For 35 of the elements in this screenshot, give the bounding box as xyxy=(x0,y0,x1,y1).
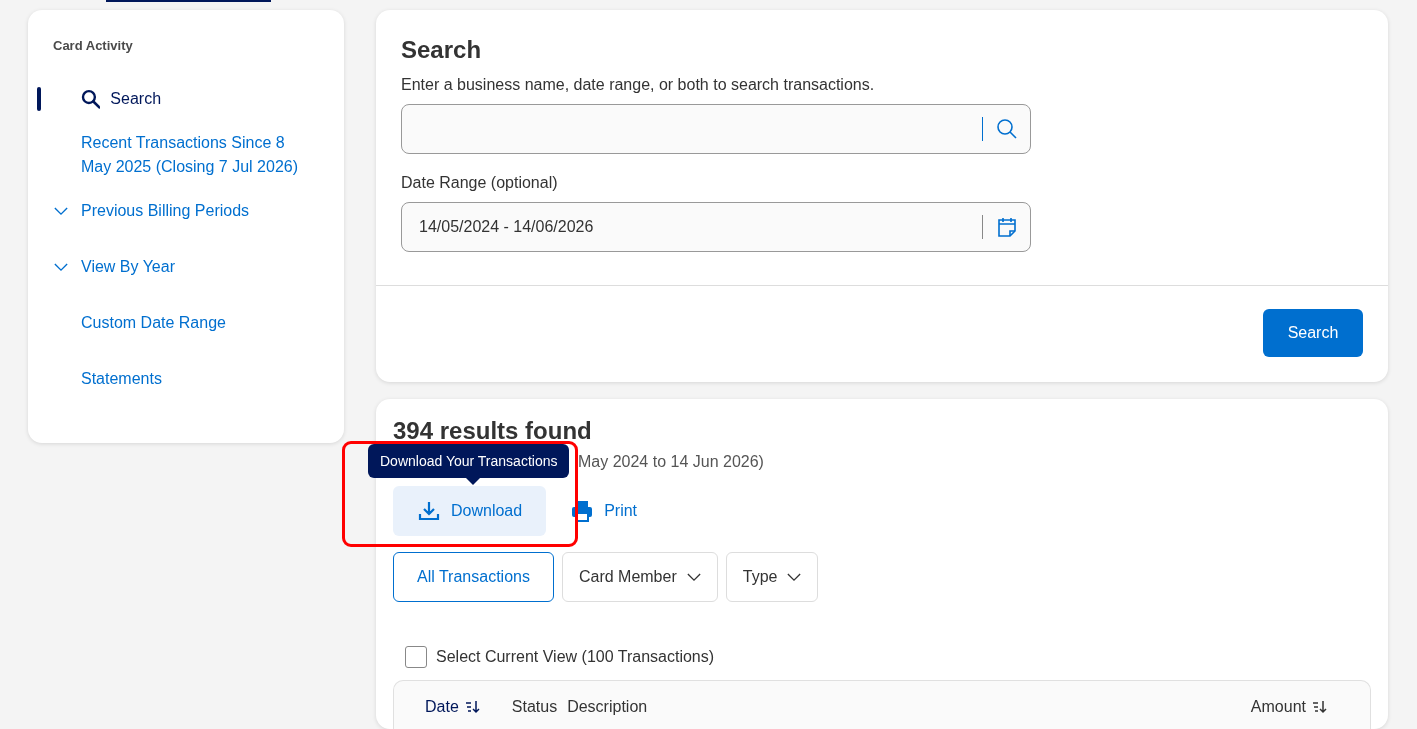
column-header[interactable]: Date xyxy=(402,684,504,729)
tooltip-pointer xyxy=(466,478,480,485)
printer-icon xyxy=(570,499,595,523)
sidebar-item[interactable]: Custom Date Range xyxy=(81,311,317,335)
search-icon[interactable] xyxy=(996,118,1018,140)
search-icon xyxy=(80,89,101,109)
checkbox-label: Select Current View (100 Transactions) xyxy=(436,648,715,666)
filter-dropdown[interactable]: Type xyxy=(725,552,819,602)
calendar-icon[interactable] xyxy=(996,216,1018,238)
field-label: Date Range (optional) xyxy=(401,174,559,192)
date-range-field[interactable]: 14/05/2024 - 14/06/2026 xyxy=(401,202,1031,252)
filter-dropdown[interactable]: Card Member xyxy=(561,552,718,602)
column-header[interactable]: Status xyxy=(503,684,566,729)
download-button[interactable]: Download xyxy=(393,486,547,536)
print-button[interactable]: Print xyxy=(558,486,650,536)
hint-text: Enter a business name, date range, or both to search transactions. xyxy=(401,76,876,94)
date-range-text: May 2024 to 14 Jun 2026) xyxy=(578,453,764,471)
search-button[interactable]: Search xyxy=(1263,309,1363,357)
search-field[interactable] xyxy=(401,104,1031,154)
sidebar-item[interactable]: Search xyxy=(110,87,344,111)
sidebar-item[interactable]: Statements xyxy=(81,367,317,391)
download-icon xyxy=(417,499,441,523)
chevron-icon[interactable] xyxy=(54,262,68,272)
tooltip: Download Your Transactions xyxy=(368,444,570,478)
checkbox[interactable] xyxy=(405,646,427,668)
chevron-icon[interactable] xyxy=(54,206,68,216)
sidebar-item[interactable]: View By Year xyxy=(81,255,317,279)
filter-button[interactable]: All Transactions xyxy=(393,552,554,602)
sidebar-item[interactable]: Previous Billing Periods xyxy=(81,199,317,223)
sidebar-item[interactable]: Recent Transactions Since 8 May 2025 (Closing 7 Jul 2026) xyxy=(81,131,317,179)
section-title: Search xyxy=(401,36,483,64)
sidebar-title: Card Activity xyxy=(53,38,134,53)
column-header[interactable]: Amount xyxy=(1242,684,1336,729)
column-header[interactable]: Description xyxy=(565,684,1243,729)
results-title: 394 results found xyxy=(393,417,593,445)
